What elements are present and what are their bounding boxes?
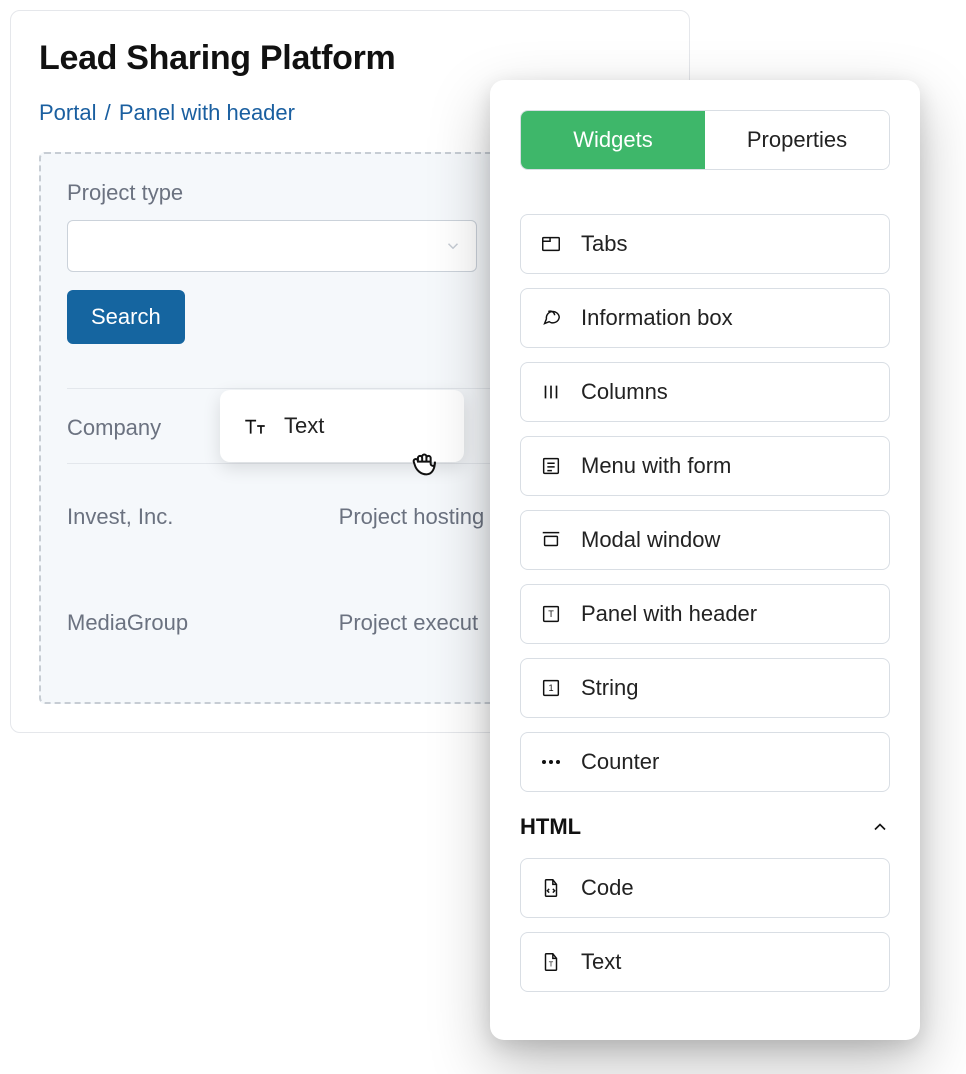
svg-text:1: 1 bbox=[548, 683, 553, 693]
chat-icon bbox=[539, 306, 563, 330]
form-icon bbox=[539, 454, 563, 478]
search-button[interactable]: Search bbox=[67, 290, 185, 344]
widget-label: Panel with header bbox=[581, 601, 757, 627]
widget-label: Columns bbox=[581, 379, 668, 405]
section-html-header[interactable]: HTML bbox=[520, 814, 890, 840]
widget-panel-with-header[interactable]: T Panel with header bbox=[520, 584, 890, 644]
text-file-icon: T bbox=[539, 950, 563, 974]
breadcrumb-sep: / bbox=[103, 100, 113, 125]
widgets-panel: Widgets Properties Tabs Information box … bbox=[490, 80, 920, 1040]
text-size-icon bbox=[242, 413, 268, 439]
widget-string[interactable]: 1 String bbox=[520, 658, 890, 718]
tab-widgets[interactable]: Widgets bbox=[521, 111, 705, 169]
string-icon: 1 bbox=[539, 676, 563, 700]
widget-menu-with-form[interactable]: Menu with form bbox=[520, 436, 890, 496]
page-title: Lead Sharing Platform bbox=[39, 39, 661, 78]
widget-modal-window[interactable]: Modal window bbox=[520, 510, 890, 570]
widget-columns[interactable]: Columns bbox=[520, 362, 890, 422]
widget-label: Text bbox=[581, 949, 621, 975]
side-tabs: Widgets Properties bbox=[520, 110, 890, 170]
columns-icon bbox=[539, 380, 563, 404]
widget-information-box[interactable]: Information box bbox=[520, 288, 890, 348]
tab-properties[interactable]: Properties bbox=[705, 111, 889, 169]
chevron-down-icon bbox=[444, 237, 462, 255]
cell-company: Invest, Inc. bbox=[67, 464, 339, 571]
panel-header-icon: T bbox=[539, 602, 563, 626]
widget-label: Counter bbox=[581, 749, 659, 775]
widget-label: String bbox=[581, 675, 638, 701]
widget-label: Information box bbox=[581, 305, 733, 331]
widget-label: Modal window bbox=[581, 527, 720, 553]
counter-icon bbox=[539, 750, 563, 774]
widget-code[interactable]: Code bbox=[520, 858, 890, 918]
modal-icon bbox=[539, 528, 563, 552]
widget-label: Menu with form bbox=[581, 453, 731, 479]
tabs-icon bbox=[539, 232, 563, 256]
widget-counter[interactable]: Counter bbox=[520, 732, 890, 792]
breadcrumb-portal[interactable]: Portal bbox=[39, 100, 96, 125]
widget-label: Code bbox=[581, 875, 634, 901]
drag-chip-label: Text bbox=[284, 413, 324, 439]
svg-text:T: T bbox=[549, 960, 554, 969]
section-html-title: HTML bbox=[520, 814, 581, 840]
svg-text:T: T bbox=[548, 609, 554, 619]
breadcrumb-panel-with-header[interactable]: Panel with header bbox=[119, 100, 295, 125]
widget-label: Tabs bbox=[581, 231, 627, 257]
widget-text[interactable]: T Text bbox=[520, 932, 890, 992]
chevron-up-icon bbox=[870, 817, 890, 837]
grab-cursor-icon bbox=[408, 446, 442, 480]
code-file-icon bbox=[539, 876, 563, 900]
project-type-select[interactable] bbox=[67, 220, 477, 272]
widget-tabs[interactable]: Tabs bbox=[520, 214, 890, 274]
cell-company: MediaGroup bbox=[67, 570, 339, 676]
